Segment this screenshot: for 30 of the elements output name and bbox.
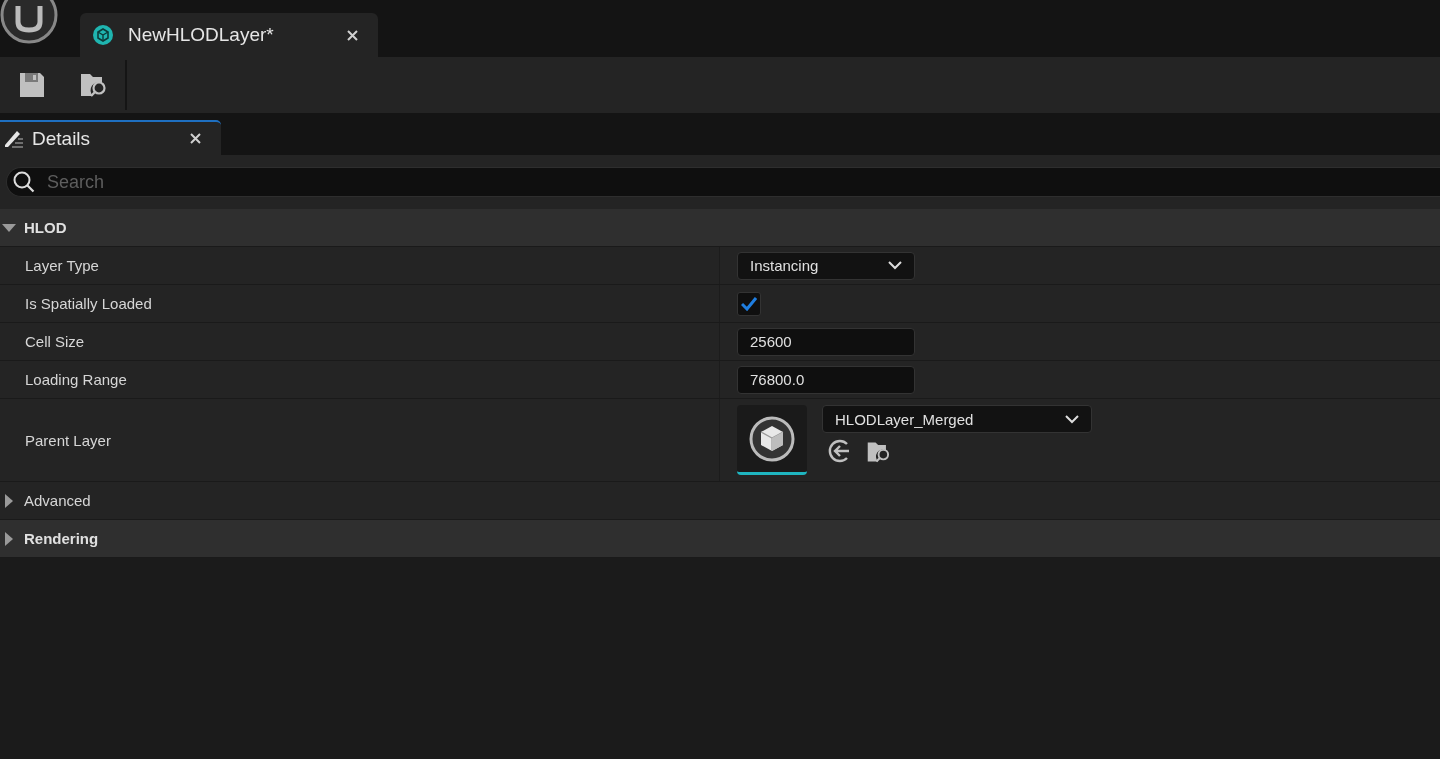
save-icon[interactable] [18,72,45,98]
cube-icon [92,24,114,46]
search-icon [12,170,36,194]
asset-dropdown[interactable]: HLODLayer_Merged [822,405,1092,433]
dropdown[interactable]: Instancing [737,251,915,280]
folder-search-icon[interactable] [866,439,892,465]
number-field[interactable]: 25600 [737,327,915,356]
category-header[interactable]: HLOD [0,209,1440,247]
section-label: Advanced [24,492,91,509]
logo-icon[interactable] [0,0,58,44]
chevron-icon [1065,414,1079,424]
arrow-left-circle-icon[interactable] [828,439,852,463]
property-label: Parent Layer [25,431,111,449]
number-field[interactable]: 76800.0 [737,365,915,394]
close-icon[interactable] [347,29,358,41]
asset-thumbnail[interactable] [737,405,807,475]
category-header[interactable]: Rendering [0,520,1440,558]
search-field[interactable]: Search [6,167,1440,197]
property-label: Layer Type [25,257,99,274]
cube-icon [749,415,795,462]
property-label: Cell Size [25,333,85,350]
checkbox[interactable] [737,291,761,316]
section-label: HLOD [24,219,67,236]
document-tab[interactable]: NewHLODLayer* [80,13,378,57]
property-label: Is Spatially Loaded [25,295,152,312]
details-tab[interactable]: Details [0,120,221,155]
chevron-icon [888,261,902,270]
close-icon[interactable] [190,133,201,144]
property-label: Loading Range [25,371,127,388]
section-label: Rendering [24,530,99,547]
